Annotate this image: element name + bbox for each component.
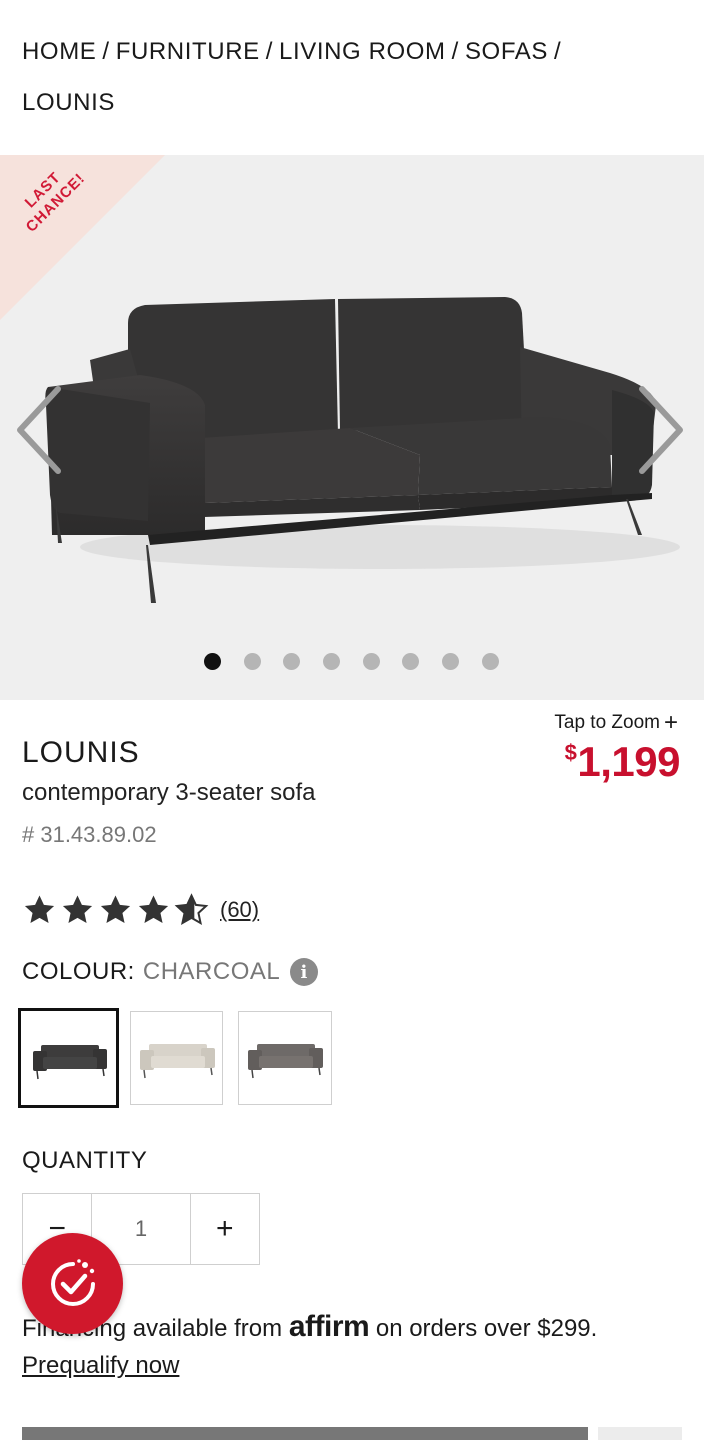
star-icon [138,895,169,924]
sofa-thumbnail-beige [140,1044,215,1079]
slide-dot-6[interactable] [402,653,419,670]
slide-dot-7[interactable] [442,653,459,670]
tap-to-zoom[interactable]: Tap to Zoom + [554,709,678,737]
check-badge-icon [50,1258,95,1306]
financing-suffix: on orders over $299. [375,1315,598,1342]
breadcrumb-separator: / [102,38,110,65]
breadcrumb-current: LOUNIS [22,89,115,116]
price-amount: 1,199 [577,738,680,785]
swatch-grey[interactable] [238,1011,332,1105]
quantity-label: QUANTITY [22,1147,148,1174]
slide-dot-3[interactable] [283,653,300,670]
breadcrumb: HOME / FURNITURE / LIVING ROOM / SOFAS / LOUNIS [22,26,662,128]
breadcrumb-furniture[interactable]: FURNITURE [116,38,260,65]
tap-to-zoom-label: Tap to Zoom [554,712,660,733]
sofa-thumbnail-charcoal [33,1045,107,1080]
star-icon [62,895,93,924]
breadcrumb-home[interactable]: HOME [22,38,96,65]
breadcrumb-separator: / [451,38,459,65]
slide-dot-4[interactable] [323,653,340,670]
star-icon [100,895,131,924]
breadcrumb-sofas[interactable]: SOFAS [465,38,548,65]
product-sku: # 31.43.89.02 [22,822,157,847]
slide-dot-5[interactable] [363,653,380,670]
sofa-thumbnail-grey [248,1044,323,1079]
swatch-beige[interactable] [130,1011,223,1105]
product-title: LOUNIS [22,736,140,769]
colour-selector-label: COLOUR: CHARCOAL i [22,958,319,986]
quantity-increase-button[interactable]: + [191,1194,259,1264]
slide-indicators [0,653,704,671]
star-half-icon [174,893,209,925]
sofa-product-image[interactable] [0,155,704,700]
product-subtitle: contemporary 3-seater sofa [22,779,316,806]
slide-dot-8[interactable] [482,653,499,670]
prequalify-link[interactable]: Prequalify now [22,1352,179,1380]
star-rating[interactable]: (60) [22,890,259,930]
colour-value: CHARCOAL [142,958,281,985]
price-currency: $ [564,740,577,765]
product-image-gallery[interactable]: LAST CHANCE! [0,155,704,700]
swatch-charcoal[interactable] [18,1008,119,1108]
slide-dot-1[interactable] [204,653,221,670]
breadcrumb-separator: / [265,38,274,65]
affirm-logo: affirm [288,1310,370,1343]
breadcrumb-separator: / [553,38,562,65]
add-to-cart-bar[interactable] [22,1427,588,1440]
chevron-left-icon[interactable] [14,385,64,475]
breadcrumb-living-room[interactable]: LIVING ROOM [279,38,446,65]
colour-label: COLOUR: [22,958,135,985]
secondary-action-bar[interactable] [598,1427,682,1440]
zoom-plus-icon: + [663,709,678,736]
chevron-right-icon[interactable] [636,385,686,475]
product-price: $1,199 [564,738,681,786]
review-count-link[interactable]: (60) [220,897,259,923]
info-icon[interactable]: i [290,958,319,986]
star-icon [24,895,55,924]
accessibility-fab[interactable] [22,1233,123,1334]
slide-dot-2[interactable] [244,653,261,670]
